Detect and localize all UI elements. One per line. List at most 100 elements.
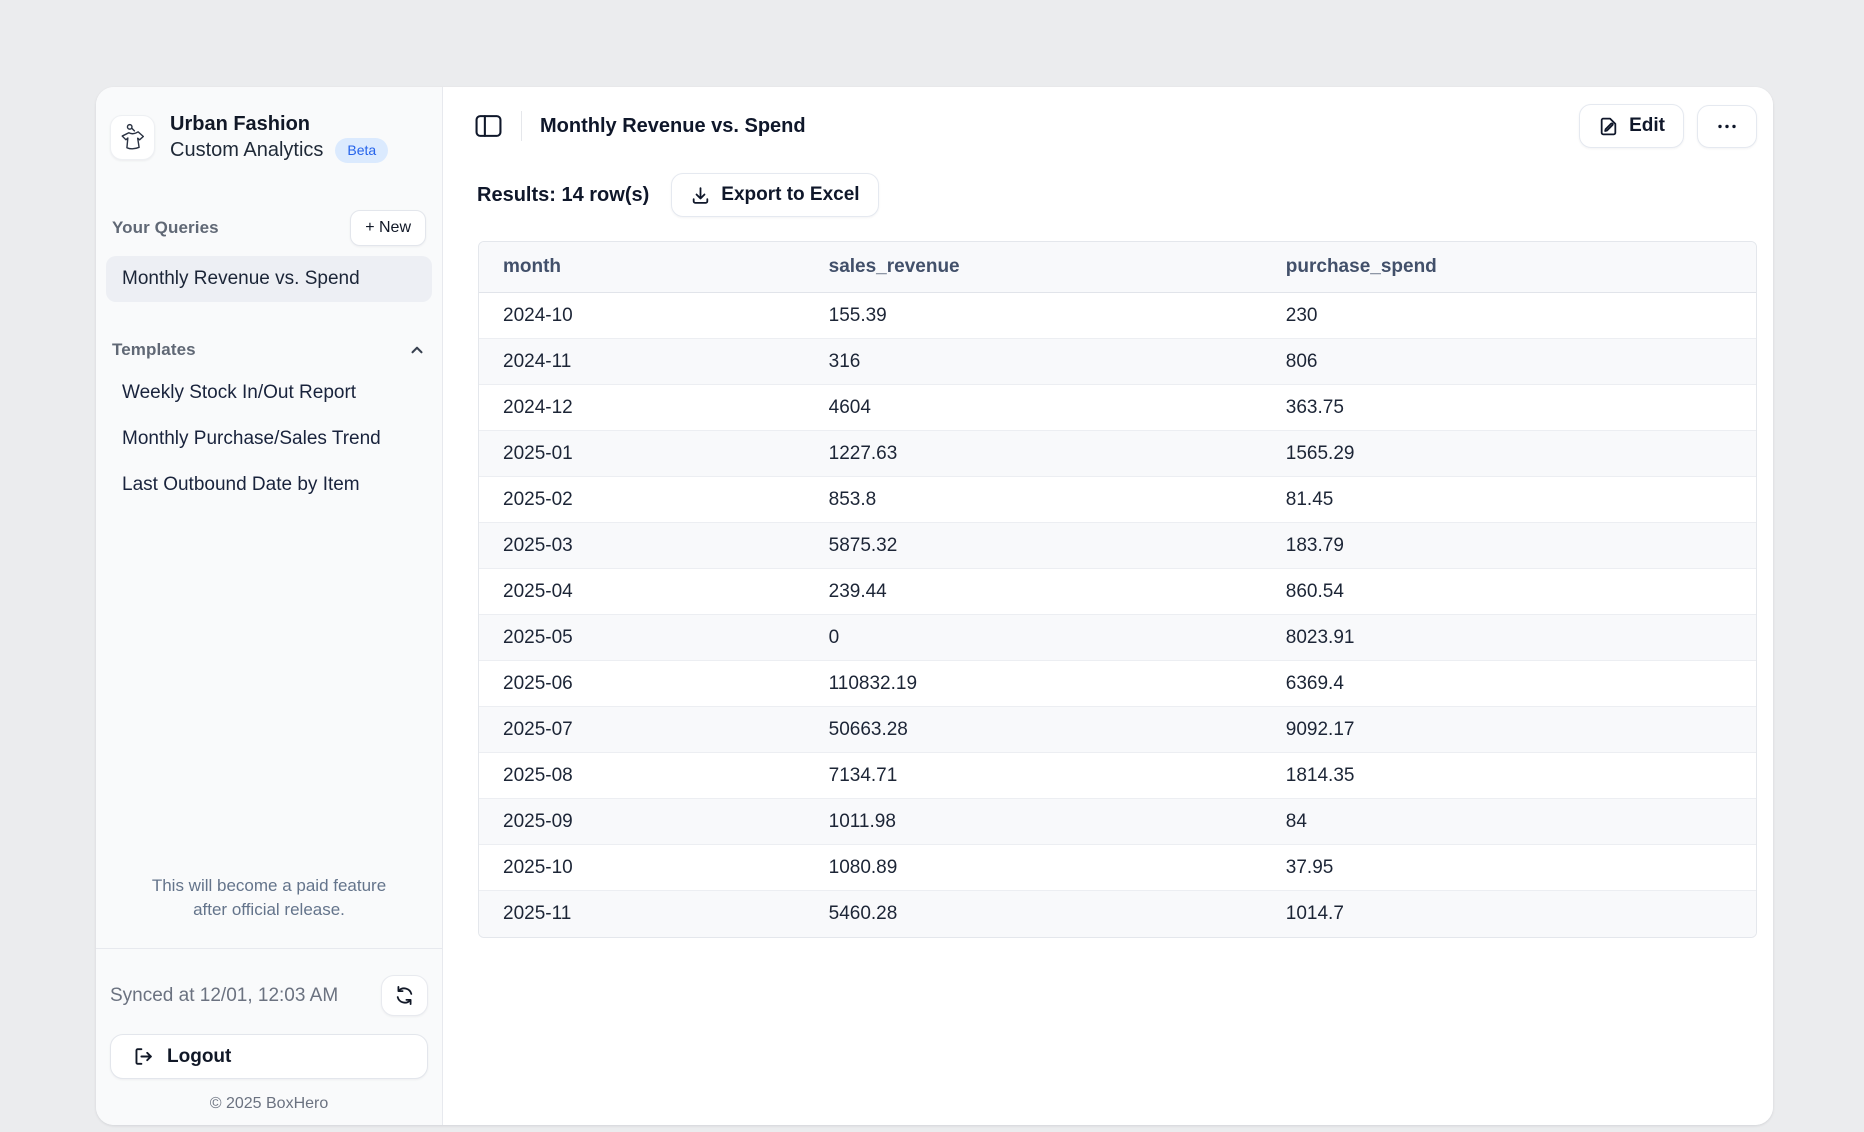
your-queries-label: Your Queries xyxy=(112,218,219,238)
page-title: Monthly Revenue vs. Spend xyxy=(540,115,806,138)
table-cell: 5460.28 xyxy=(805,891,1262,937)
table-cell: 183.79 xyxy=(1262,523,1756,569)
table-row: 2025-0508023.91 xyxy=(479,615,1756,661)
table-cell: 50663.28 xyxy=(805,707,1262,753)
tshirt-on-hanger-icon xyxy=(118,122,148,152)
table-cell: 853.8 xyxy=(805,477,1262,523)
edit-icon xyxy=(1598,116,1619,137)
table-row: 2025-011227.631565.29 xyxy=(479,431,1756,477)
table-row: 2025-115460.281014.7 xyxy=(479,891,1756,937)
table-cell: 2025-10 xyxy=(479,845,805,891)
table-cell: 1565.29 xyxy=(1262,431,1756,477)
logout-button[interactable]: Logout xyxy=(110,1034,428,1079)
table-row: 2025-091011.9884 xyxy=(479,799,1756,845)
sidebar-template-item[interactable]: Last Outbound Date by Item xyxy=(106,462,432,508)
column-header: sales_revenue xyxy=(805,242,1262,293)
export-to-excel-button[interactable]: Export to Excel xyxy=(671,173,878,217)
logout-icon xyxy=(133,1046,154,1067)
table-cell: 8023.91 xyxy=(1262,615,1756,661)
results-table: monthsales_revenuepurchase_spend 2024-10… xyxy=(478,241,1757,938)
app-panel: Urban Fashion Custom Analytics Beta Your… xyxy=(96,87,1773,1125)
table-row: 2025-02853.881.45 xyxy=(479,477,1756,523)
table-row: 2025-0750663.289092.17 xyxy=(479,707,1756,753)
brand-logo xyxy=(110,115,155,160)
sidebar-footer: Synced at 12/01, 12:03 AM xyxy=(96,948,442,1125)
export-button-label: Export to Excel xyxy=(721,184,859,206)
sidebar-query-item[interactable]: Monthly Revenue vs. Spend xyxy=(106,256,432,302)
new-query-button[interactable]: + New xyxy=(350,210,426,246)
column-header: purchase_spend xyxy=(1262,242,1756,293)
table-cell: 806 xyxy=(1262,339,1756,385)
table-cell: 81.45 xyxy=(1262,477,1756,523)
table-cell: 239.44 xyxy=(805,569,1262,615)
download-icon xyxy=(690,185,711,206)
table-cell: 2025-04 xyxy=(479,569,805,615)
table-cell: 5875.32 xyxy=(805,523,1262,569)
templates-label: Templates xyxy=(112,340,196,360)
main-area: Monthly Revenue vs. Spend Edit xyxy=(443,87,1773,1125)
table-cell: 2024-11 xyxy=(479,339,805,385)
table-cell: 1080.89 xyxy=(805,845,1262,891)
ellipsis-icon xyxy=(1716,116,1738,137)
your-queries-header: Your Queries + New xyxy=(112,210,426,246)
table-row: 2025-035875.32183.79 xyxy=(479,523,1756,569)
table-cell: 316 xyxy=(805,339,1262,385)
table-cell: 2024-12 xyxy=(479,385,805,431)
table-cell: 2025-11 xyxy=(479,891,805,937)
table-cell: 155.39 xyxy=(805,293,1262,339)
sidebar: Urban Fashion Custom Analytics Beta Your… xyxy=(96,87,443,1125)
table-cell: 2025-07 xyxy=(479,707,805,753)
table-cell: 2025-08 xyxy=(479,753,805,799)
brand-company-name: Urban Fashion xyxy=(170,111,388,137)
sidebar-template-item[interactable]: Monthly Purchase/Sales Trend xyxy=(106,416,432,462)
more-options-button[interactable] xyxy=(1697,105,1757,148)
header-divider xyxy=(521,111,522,141)
sidebar-template-item[interactable]: Weekly Stock In/Out Report xyxy=(106,370,432,416)
table-cell: 1227.63 xyxy=(805,431,1262,477)
table-cell: 6369.4 xyxy=(1262,661,1756,707)
table-row: 2025-06110832.196369.4 xyxy=(479,661,1756,707)
results-row: Results: 14 row(s) Export to Excel xyxy=(477,173,1757,217)
table-cell: 37.95 xyxy=(1262,845,1756,891)
chevron-up-icon xyxy=(408,341,426,359)
table-cell: 4604 xyxy=(805,385,1262,431)
refresh-button[interactable] xyxy=(381,975,428,1016)
table-row: 2024-10155.39230 xyxy=(479,293,1756,339)
table-cell: 2025-05 xyxy=(479,615,805,661)
table-cell: 2025-09 xyxy=(479,799,805,845)
templates-header[interactable]: Templates xyxy=(112,340,426,360)
sync-status-text: Synced at 12/01, 12:03 AM xyxy=(110,985,338,1007)
table-cell: 110832.19 xyxy=(805,661,1262,707)
table-row: 2024-11316806 xyxy=(479,339,1756,385)
edit-button[interactable]: Edit xyxy=(1579,104,1684,148)
table-cell: 1014.7 xyxy=(1262,891,1756,937)
table-row: 2024-124604363.75 xyxy=(479,385,1756,431)
beta-badge: Beta xyxy=(335,138,388,163)
table-cell: 230 xyxy=(1262,293,1756,339)
brand-header: Urban Fashion Custom Analytics Beta xyxy=(96,87,442,164)
table-cell: 2025-06 xyxy=(479,661,805,707)
table-cell: 1814.35 xyxy=(1262,753,1756,799)
table-row: 2025-087134.711814.35 xyxy=(479,753,1756,799)
table-cell: 84 xyxy=(1262,799,1756,845)
table-cell: 1011.98 xyxy=(805,799,1262,845)
table-body: 2024-10155.392302024-113168062024-124604… xyxy=(479,293,1756,937)
brand-app-name: Custom Analytics xyxy=(170,137,323,163)
table-cell: 2025-01 xyxy=(479,431,805,477)
templates-list: Weekly Stock In/Out ReportMonthly Purcha… xyxy=(96,370,442,508)
table-cell: 2025-03 xyxy=(479,523,805,569)
sidebar-toggle-button[interactable] xyxy=(469,107,507,145)
column-header: month xyxy=(479,242,805,293)
sidebar-spacer xyxy=(96,508,442,874)
main-header: Monthly Revenue vs. Spend Edit xyxy=(443,87,1773,149)
brand-text: Urban Fashion Custom Analytics Beta xyxy=(170,111,388,164)
table-row: 2025-101080.8937.95 xyxy=(479,845,1756,891)
paid-feature-notice: This will become a paid featureafter off… xyxy=(116,874,422,922)
table-cell: 9092.17 xyxy=(1262,707,1756,753)
panel-left-icon xyxy=(475,114,502,138)
queries-list: Monthly Revenue vs. Spend xyxy=(96,256,442,302)
copyright-text: © 2025 BoxHero xyxy=(110,1095,428,1113)
logout-label: Logout xyxy=(167,1046,231,1068)
table-header-row: monthsales_revenuepurchase_spend xyxy=(479,242,1756,293)
table-cell: 2025-02 xyxy=(479,477,805,523)
